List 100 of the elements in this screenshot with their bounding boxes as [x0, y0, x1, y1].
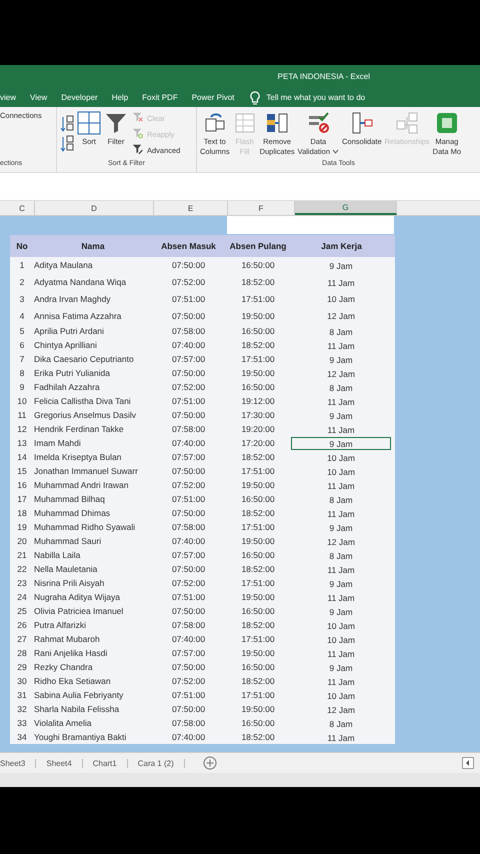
table-cell[interactable]: 9 Jam [291, 436, 391, 450]
table-cell-text: 24 [16, 592, 28, 602]
column-heading: Jam Kerja [320, 241, 363, 251]
add-sheet-icon [202, 756, 217, 770]
table-cell-text: 14 [16, 452, 28, 462]
table-cell-text: 12 [16, 424, 28, 434]
table-cell-text: Violalita Amelia [34, 718, 92, 728]
table-cell-text: 8 [18, 368, 26, 378]
table-cell-text: 32 [16, 704, 28, 714]
columns-icon [265, 111, 290, 135]
scroll-left-icon [462, 757, 474, 769]
table-cell[interactable]: 12 Jam [291, 309, 391, 322]
sheet-tab[interactable]: Chart1 [82, 758, 128, 768]
table-cell-text: Imam Mahdi [34, 438, 82, 448]
column-header[interactable]: G [295, 201, 397, 215]
table-cell-text: 25 [16, 606, 28, 616]
table-cell[interactable]: 11 Jam [291, 478, 391, 492]
table-cell[interactable]: 8 Jam [291, 716, 391, 730]
table-cell-text: 18:52:00 [240, 277, 276, 288]
table-cell[interactable]: 11 Jam [291, 506, 391, 520]
table-cell[interactable]: 10 Jam [291, 450, 391, 464]
table-cell-text: 17:51:00 [240, 466, 276, 476]
table-cell[interactable]: 11 Jam [291, 646, 391, 660]
table-cell[interactable]: 9 Jam [291, 352, 391, 366]
table-cell-text: 16:50:00 [240, 550, 276, 560]
table-cell-text: 31 [16, 690, 28, 700]
table-cell-text: 10 [16, 396, 28, 406]
table-cell-text: 07:40:00 [170, 634, 206, 644]
table-cell[interactable]: 11 Jam [291, 590, 391, 604]
table-cell-text: 15 [16, 466, 28, 476]
table-cell[interactable]: 11 Jam [291, 394, 391, 408]
table-cell-text: 18:52:00 [240, 676, 276, 686]
table-cell[interactable]: 8 Jam [291, 548, 391, 562]
table-cell-text: Nella Mauletania [34, 564, 98, 574]
table-cell-text: 18:52:00 [240, 564, 276, 574]
table-cell[interactable]: 11 Jam [291, 338, 391, 352]
table-cell-text: 26 [16, 620, 28, 630]
table-cell[interactable]: 11 Jam [291, 422, 391, 436]
table-cell[interactable]: 9 Jam [291, 660, 391, 674]
table-cell-text: 07:40:00 [170, 438, 206, 448]
table-cell[interactable]: 9 Jam [291, 576, 391, 590]
table-cell-text: 4 [18, 310, 26, 321]
sheet-tab[interactable]: Sheet3 [0, 758, 36, 768]
tell-me-search[interactable]: Tell me what you want to do [266, 93, 366, 102]
menu-tab[interactable]: Help [112, 93, 128, 102]
table-cell[interactable]: 12 Jam [291, 702, 391, 716]
table-cell[interactable]: 8 Jam [291, 324, 391, 338]
table-cell-text: Muhammad Sauri [34, 536, 102, 546]
table-cell-text: Nugraha Aditya Wijaya [34, 592, 121, 602]
table-cell[interactable]: 9 Jam [291, 520, 391, 534]
table-cell-text: 19:50:00 [240, 480, 276, 490]
table-cell-text: Andra Irvan Maghdy [34, 294, 112, 304]
table-cell[interactable]: 11 Jam [291, 730, 391, 744]
table-cell-text: Chintya Aprilliani [34, 340, 98, 350]
table-cell[interactable]: 12 Jam [291, 366, 391, 380]
sheet-tab[interactable]: Cara 1 (2) [128, 758, 185, 768]
table-cell-text: 07:58:00 [170, 620, 206, 630]
table-cell[interactable]: 9 Jam [291, 408, 391, 422]
menu-tab[interactable]: View [30, 93, 48, 102]
table-cell-text: Muhammad Ridho Syawali [34, 522, 136, 532]
table-cell[interactable]: 10 Jam [291, 292, 391, 306]
table-cell-text: 07:52:00 [170, 676, 206, 686]
column-header[interactable]: D [35, 201, 154, 215]
menu-tab[interactable]: view [0, 93, 16, 102]
table-cell-text: Rahmat Mubaroh [34, 634, 101, 644]
table-cell[interactable]: 9 Jam [291, 258, 391, 272]
lightbulb-icon [250, 90, 260, 104]
table-cell-text: 07:52:00 [170, 578, 206, 588]
table-cell-text: Muhammad Dhimas [34, 508, 112, 518]
table-cell[interactable]: 8 Jam [291, 380, 391, 394]
table-cell-text: 07:51:00 [170, 494, 206, 504]
table-cell-text: 17 [16, 494, 28, 504]
checklist-icon [306, 111, 330, 135]
table-cell-text: 07:50:00 [170, 466, 206, 476]
table-cell[interactable]: 10 Jam [291, 632, 391, 646]
menu-tab[interactable]: Power Pivot [192, 93, 234, 102]
table-cell-text: 2 [18, 277, 26, 288]
table-cell[interactable]: 10 Jam [291, 618, 391, 632]
table-cell-text: 16:50:00 [240, 494, 276, 504]
table-cell-text: 34 [16, 732, 28, 742]
table-cell-text: Sharla Nabila Felissha [34, 704, 120, 714]
table-cell[interactable]: 11 Jam [291, 276, 391, 289]
column-header[interactable]: E [154, 201, 228, 215]
table-cell[interactable]: 10 Jam [291, 464, 391, 478]
menu-tab[interactable]: Developer [61, 93, 98, 102]
table-cell[interactable]: 12 Jam [291, 534, 391, 548]
menu-tab[interactable]: Foxit PDF [142, 93, 178, 102]
table-cell[interactable]: 8 Jam [291, 492, 391, 506]
table-cell-text: 17:51:00 [240, 690, 276, 700]
table-cell[interactable]: 11 Jam [291, 562, 391, 576]
table-cell-text: 07:52:00 [170, 277, 206, 288]
column-header[interactable]: C [10, 201, 35, 215]
column-heading: No [15, 241, 29, 251]
table-cell[interactable]: 9 Jam [291, 604, 391, 618]
table-cell[interactable]: 10 Jam [291, 688, 391, 702]
table-cell-text: 07:50:00 [170, 704, 206, 714]
table-cell[interactable]: 11 Jam [291, 674, 391, 688]
sheet-tab[interactable]: Sheet4 [36, 758, 83, 768]
table-cell-text: 07:57:00 [170, 354, 206, 364]
table-cell-text: 19:50:00 [240, 704, 276, 714]
